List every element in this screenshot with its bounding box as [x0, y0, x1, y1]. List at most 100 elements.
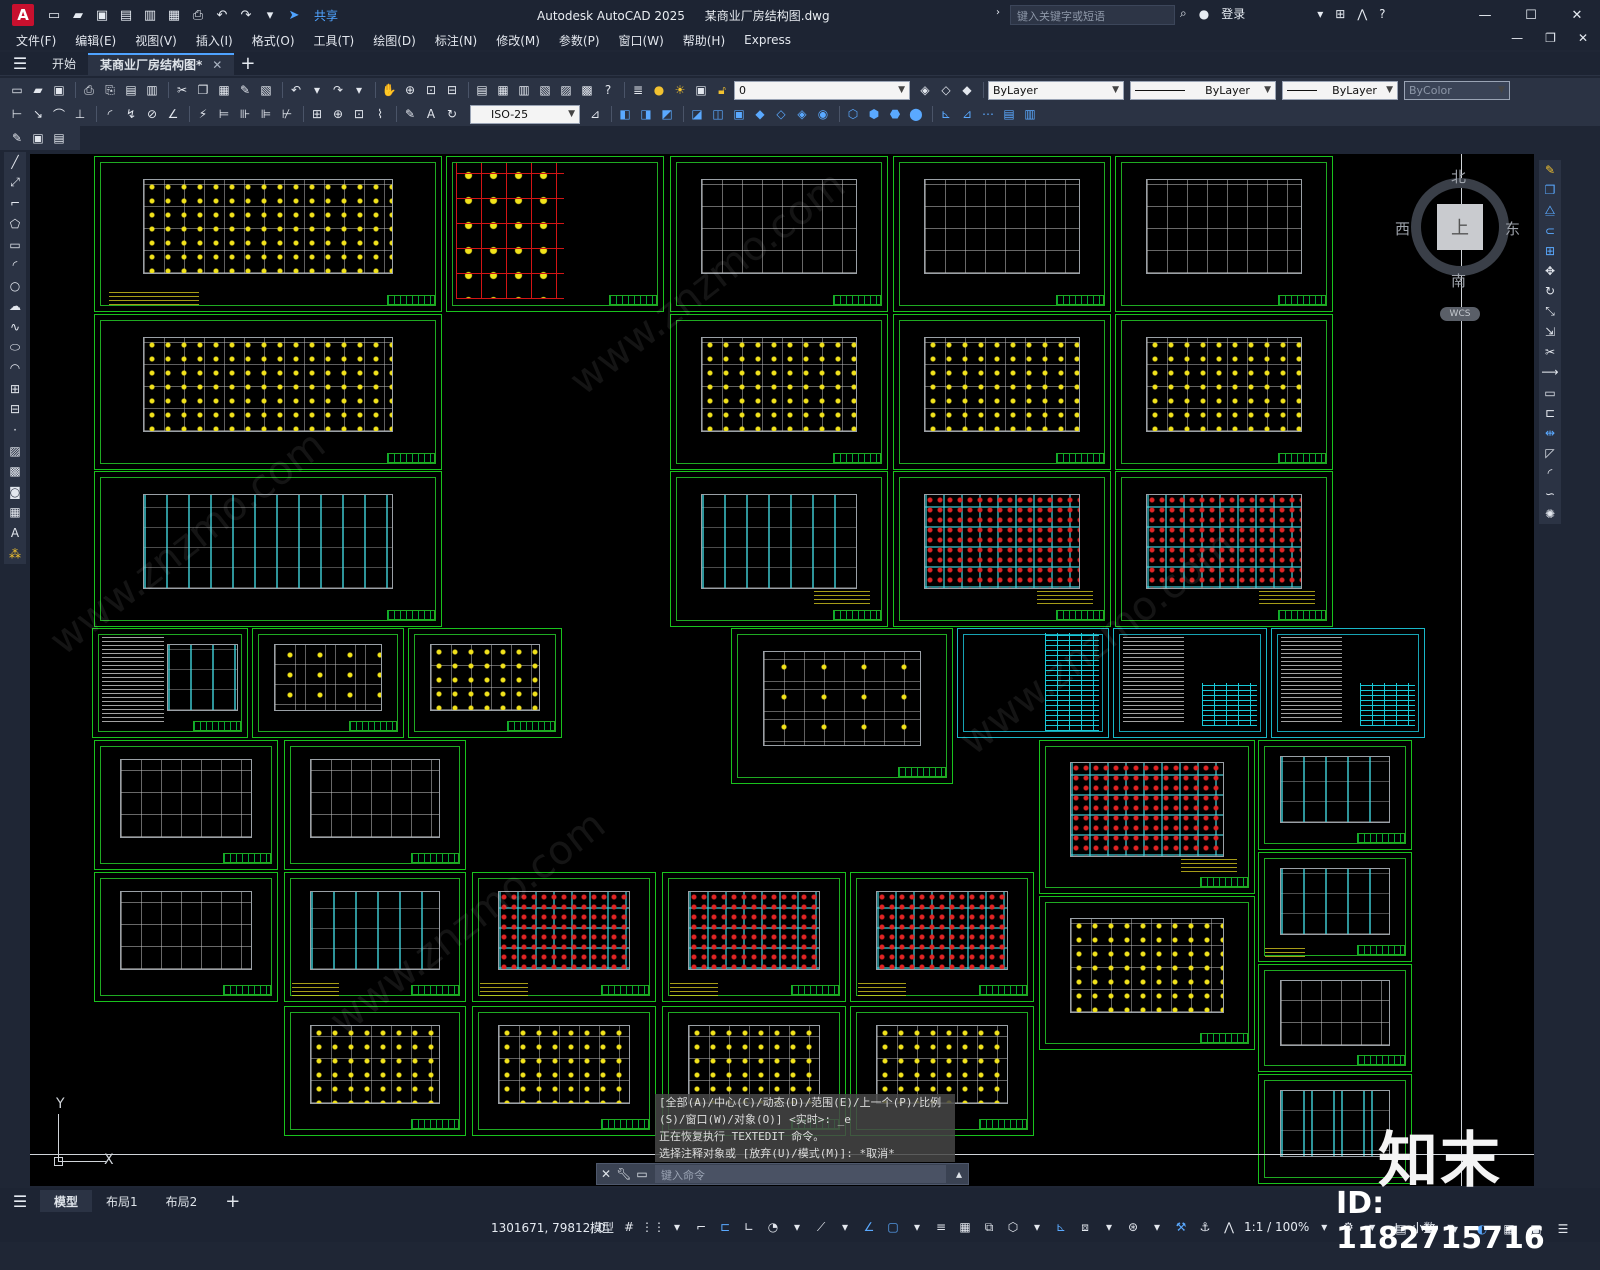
- tab-layout2[interactable]: 布局2: [152, 1190, 212, 1212]
- layer-dropdown[interactable]: 0 ▼: [734, 80, 910, 100]
- view-bottom-icon[interactable]: ◨: [637, 105, 655, 123]
- dimstyle-dropdown[interactable]: ISO-25 ▼: [470, 104, 580, 124]
- view-se-iso-icon[interactable]: ◇: [772, 105, 790, 123]
- radius-dim-icon[interactable]: ◜: [101, 105, 119, 123]
- quick-dim-icon[interactable]: ⚡: [194, 105, 212, 123]
- drawing-sheet[interactable]: [94, 314, 442, 470]
- make-block-icon[interactable]: ⊟: [6, 401, 24, 418]
- chamfer-icon[interactable]: ◸: [1541, 445, 1559, 461]
- tool-palettes-icon[interactable]: ▥: [515, 81, 533, 99]
- model-space-toggle[interactable]: 模型: [590, 1219, 614, 1236]
- transparency-icon[interactable]: ▦: [956, 1218, 974, 1236]
- arc-icon[interactable]: ◜: [6, 257, 24, 274]
- explode-icon[interactable]: ✺: [1541, 506, 1559, 522]
- drawing-sheet[interactable]: [94, 872, 278, 1002]
- plotstyle-dropdown[interactable]: ByColor ▼: [1404, 80, 1510, 100]
- center-mark-icon[interactable]: ⊕: [329, 105, 347, 123]
- view-sw-iso-icon[interactable]: ◆: [751, 105, 769, 123]
- tolerance-icon[interactable]: ⊞: [308, 105, 326, 123]
- search-arrow-icon[interactable]: ›: [996, 7, 1000, 18]
- selection-cycling-icon[interactable]: ⧉: [980, 1218, 998, 1236]
- grid-icon[interactable]: #: [620, 1218, 638, 1236]
- command-recent-icon[interactable]: ▭: [633, 1167, 651, 1181]
- menu-express[interactable]: Express: [744, 33, 791, 47]
- cart-icon[interactable]: ⊞: [1335, 7, 1345, 21]
- jogged-linear-icon[interactable]: ⌇: [371, 105, 389, 123]
- trim-icon[interactable]: ✂: [1541, 344, 1559, 360]
- view-right-icon[interactable]: ◪: [688, 105, 706, 123]
- drawing-sheet[interactable]: [472, 1006, 656, 1136]
- menu-dimension[interactable]: 标注(N): [435, 32, 477, 49]
- gradient-icon[interactable]: ▩: [6, 463, 24, 480]
- properties-icon[interactable]: ▤: [473, 81, 491, 99]
- layer-on-icon[interactable]: ●: [650, 81, 668, 99]
- paste-icon[interactable]: ▦: [215, 81, 233, 99]
- menu-tools[interactable]: 工具(T): [314, 32, 355, 49]
- drawing-sheet[interactable]: [1258, 852, 1412, 962]
- move-icon[interactable]: ✥: [1541, 263, 1559, 279]
- help-icon[interactable]: ?: [1379, 7, 1385, 21]
- drawing-sheet[interactable]: [252, 628, 404, 738]
- new-tab-icon[interactable]: +: [240, 53, 255, 74]
- view-back-icon[interactable]: ▣: [730, 105, 748, 123]
- ucs-object-icon[interactable]: ▥: [1021, 105, 1039, 123]
- rotate-icon[interactable]: ↻: [1541, 283, 1559, 299]
- object-snap-tracking-icon[interactable]: ∠: [860, 1218, 878, 1236]
- auto-scale-icon[interactable]: ⚓: [1196, 1218, 1214, 1236]
- menu-window[interactable]: 窗口(W): [619, 32, 664, 49]
- lineweight-dropdown[interactable]: ByLayer ▼: [1282, 80, 1398, 100]
- layer-states-icon[interactable]: ◆: [958, 81, 976, 99]
- menu-modify[interactable]: 修改(M): [496, 32, 540, 49]
- save-icon[interactable]: ▣: [50, 81, 68, 99]
- drawing-sheet[interactable]: [893, 314, 1111, 470]
- linear-dim-icon[interactable]: ⊢: [8, 105, 26, 123]
- customize-qat-icon[interactable]: ▾: [260, 5, 280, 25]
- chevron-down-icon[interactable]: ▾: [668, 1218, 686, 1236]
- sheet-set-icon[interactable]: ▧: [536, 81, 554, 99]
- help-icon[interactable]: ?: [599, 81, 617, 99]
- layer-viewport-icon[interactable]: ▣: [692, 81, 710, 99]
- 3d-osnap-icon[interactable]: ⬡: [1004, 1218, 1022, 1236]
- calculator-icon[interactable]: ▩: [578, 81, 596, 99]
- revision-cloud-icon[interactable]: ☁: [6, 298, 24, 315]
- dynamic-input-icon[interactable]: ⊏: [716, 1218, 734, 1236]
- 3d-print-icon[interactable]: ▥: [143, 81, 161, 99]
- command-close-icon[interactable]: ✕: [597, 1167, 615, 1181]
- menu-format[interactable]: 格式(O): [252, 32, 295, 49]
- construction-line-icon[interactable]: ⤢: [6, 175, 24, 192]
- make-current-layer-icon[interactable]: ◈: [916, 81, 934, 99]
- aligned-dim-icon[interactable]: ↘: [29, 105, 47, 123]
- menu-file[interactable]: 文件(F): [16, 32, 56, 49]
- dimstyle-manager-icon[interactable]: ⊿: [586, 105, 604, 123]
- ucs-previous-icon[interactable]: ⋯: [979, 105, 997, 123]
- scale-icon[interactable]: ⤡: [1541, 304, 1559, 320]
- viewcube[interactable]: 上 北 南 西 东: [1395, 168, 1520, 290]
- tab-active-drawing[interactable]: 某商业厂房结构图* ✕: [88, 52, 235, 75]
- cut-icon[interactable]: ✂: [173, 81, 191, 99]
- drawing-sheet[interactable]: [284, 1006, 466, 1136]
- drawing-sheet[interactable]: [408, 628, 562, 738]
- drawing-sheet[interactable]: [284, 740, 466, 870]
- jogged-dim-icon[interactable]: ↯: [122, 105, 140, 123]
- inspect-icon[interactable]: ⊡: [350, 105, 368, 123]
- compass-south[interactable]: 南: [1451, 270, 1466, 291]
- layer-previous-icon[interactable]: ◇: [937, 81, 955, 99]
- offset-icon[interactable]: ⊂: [1541, 223, 1559, 239]
- drawing-sheet[interactable]: [731, 628, 953, 784]
- image-icon[interactable]: ▣: [29, 129, 47, 147]
- chevron-down-icon[interactable]: ▾: [836, 1218, 854, 1236]
- drawing-sheet[interactable]: [94, 156, 442, 312]
- command-input[interactable]: 键入命令: [655, 1165, 946, 1183]
- help-search-input[interactable]: 键入关键字或短语: [1010, 5, 1175, 25]
- polyline-icon[interactable]: ⌐: [6, 195, 24, 212]
- break-icon[interactable]: ⊏: [1541, 405, 1559, 421]
- tab-layout1[interactable]: 布局1: [92, 1190, 152, 1212]
- menu-draw[interactable]: 绘图(D): [373, 32, 416, 49]
- linetype-dropdown[interactable]: ByLayer ▼: [1130, 80, 1276, 100]
- compass-east[interactable]: 东: [1505, 218, 1520, 239]
- drawing-sheet[interactable]: [670, 314, 888, 470]
- redo-icon[interactable]: ↷: [236, 5, 256, 25]
- layout-menu-icon[interactable]: ☰: [0, 1192, 40, 1211]
- zoom-window-icon[interactable]: ⊡: [422, 81, 440, 99]
- ucs-world-icon[interactable]: ⊿: [958, 105, 976, 123]
